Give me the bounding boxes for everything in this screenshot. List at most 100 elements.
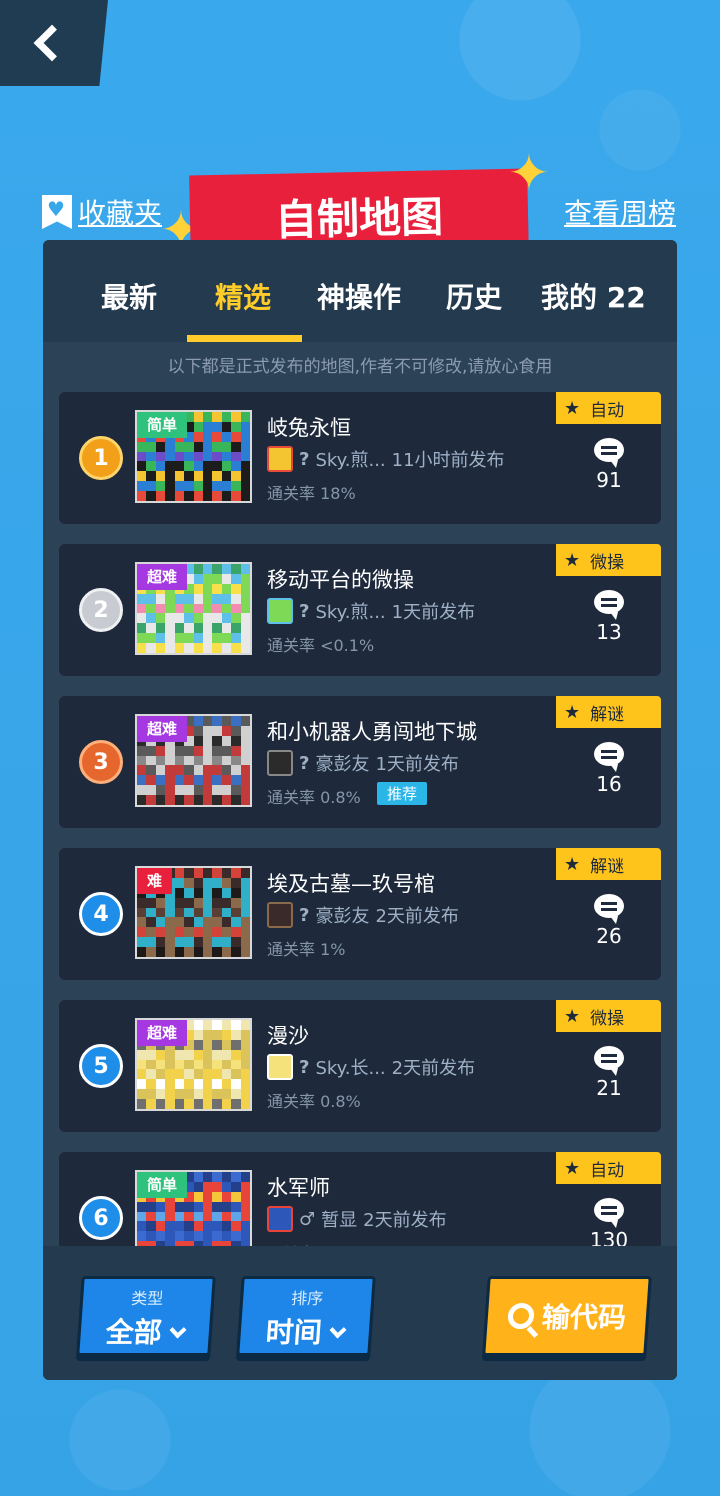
map-card[interactable]: 2 超难 移动平台的微操? Sky.煎... 1天前发布 通关率 <0.1% ★ 微操 13 — [59, 544, 661, 676]
map-tile — [193, 1211, 203, 1222]
search-icon — [507, 1303, 535, 1329]
star-icon: ★ — [564, 549, 581, 571]
map-tile — [212, 868, 222, 878]
map-tile — [174, 897, 185, 908]
tab-skill[interactable]: 神操作 — [317, 276, 401, 316]
map-card[interactable]: 3 超难 和小机器人勇闯地下城? 豪彭友 1天前发布 通关率 0.8% 推荐 ★ 解谜 16 — [59, 696, 661, 828]
back-button[interactable] — [0, 0, 108, 86]
favorites-link[interactable]: 收藏夹 — [42, 192, 162, 232]
author-avatar[interactable] — [267, 598, 293, 624]
author-avatar[interactable] — [267, 902, 293, 928]
map-tile — [137, 471, 147, 482]
map-tile — [146, 927, 156, 938]
map-tile — [174, 917, 185, 928]
enter-code-button[interactable]: 输代码 — [482, 1276, 652, 1356]
map-tile — [174, 623, 185, 634]
map-tile — [202, 917, 213, 928]
tab-history[interactable]: 历史 — [446, 276, 502, 316]
comments-button[interactable]: 21 — [589, 1046, 629, 1100]
map-tile — [137, 441, 147, 452]
author-name: 豪彭友 — [315, 754, 370, 775]
comments-button[interactable]: 91 — [589, 438, 629, 492]
map-panel: 最新 精选 神操作 历史 我的 22 以下都是正式发布的地图,作者不可修改,请放… — [43, 240, 677, 1380]
map-tile — [184, 481, 194, 492]
map-tile — [231, 441, 241, 452]
map-tile — [174, 877, 185, 888]
author-avatar[interactable] — [267, 446, 293, 472]
map-tile — [193, 1191, 203, 1202]
map-tile — [184, 745, 194, 756]
sort-filter-button[interactable]: 排序 时间 — [236, 1276, 376, 1356]
map-tile — [174, 1231, 185, 1242]
map-tile — [202, 1049, 213, 1060]
author-name: Sky.长... — [315, 1058, 386, 1079]
map-thumbnail[interactable]: 简单 — [135, 1170, 252, 1246]
map-tile — [202, 765, 213, 776]
map-tile — [212, 887, 222, 898]
map-tile — [240, 593, 250, 604]
map-tile — [202, 1221, 213, 1232]
map-card[interactable]: 5 超难 漫沙? Sky.长... 2天前发布 通关率 0.8% ★ 微操 21 — [59, 1000, 661, 1132]
map-thumbnail[interactable]: 超难 — [135, 714, 252, 807]
type-filter-button[interactable]: 类型 全部 — [76, 1276, 216, 1356]
comments-button[interactable]: 26 — [589, 894, 629, 948]
map-tile — [155, 1099, 166, 1109]
map-thumbnail[interactable]: 超难 — [135, 562, 252, 655]
map-tile — [193, 1079, 203, 1090]
map-list[interactable]: 1 简单 岐兔永恒? Sky.煎... 11小时前发布 通关率 18% ★ 自动 91 2 超难 移动… — [43, 392, 677, 1246]
star-icon: ★ — [564, 397, 581, 419]
map-tile — [165, 613, 175, 624]
map-tile — [184, 441, 194, 452]
map-tile — [165, 603, 175, 614]
map-tile — [184, 868, 194, 878]
map-tile — [231, 633, 241, 644]
map-thumbnail[interactable]: 超难 — [135, 1018, 252, 1111]
pass-rate: 通关率 <0.1% — [267, 636, 375, 655]
map-tile — [212, 775, 222, 786]
map-thumbnail[interactable]: 难 — [135, 866, 252, 959]
map-tile — [193, 1201, 203, 1212]
map-card[interactable]: 4 难埃及古墓—玖号棺? 豪彭友 2天前发布 通关率 1% ★ 解谜 26 — [59, 848, 661, 980]
bottom-bar: 类型 全部 排序 时间 输代码 — [43, 1246, 677, 1380]
map-meta: ♂ 暂显 2天前发布 — [267, 1206, 447, 1232]
comments-button[interactable]: 16 — [589, 742, 629, 796]
map-tile — [212, 877, 222, 888]
map-tile — [202, 1172, 213, 1182]
map-card[interactable]: 6简单水军师♂暂显2天前发布通关率 16%★自动130 — [59, 1152, 661, 1246]
tab-featured[interactable]: 精选 — [215, 276, 271, 316]
map-tile — [193, 716, 203, 726]
map-tile — [193, 947, 203, 957]
author-avatar[interactable] — [267, 1054, 293, 1080]
map-tile — [146, 1069, 156, 1080]
map-tile — [155, 1059, 166, 1070]
map-tile — [221, 421, 232, 432]
tab-latest[interactable]: 最新 — [101, 276, 157, 316]
weekly-ranking-link[interactable]: 查看周榜 — [564, 192, 676, 232]
map-tile — [137, 755, 147, 766]
map-title: 水军师 — [267, 1176, 330, 1200]
map-tile — [221, 1039, 232, 1050]
comments-button[interactable]: 13 — [589, 590, 629, 644]
map-tile — [155, 441, 166, 452]
map-tile — [137, 1069, 147, 1080]
recommended-badge: 推荐 — [377, 782, 428, 805]
map-card[interactable]: 1 简单 岐兔永恒? Sky.煎... 11小时前发布 通关率 18% ★ 自动 91 — [59, 392, 661, 524]
comments-button[interactable]: 130 — [589, 1198, 629, 1246]
map-tile — [155, 745, 166, 756]
map-tile — [231, 1069, 241, 1080]
favorites-label: 收藏夹 — [78, 197, 163, 230]
category-label: 解谜 — [590, 856, 625, 877]
pass-rate: 通关率 0.8% — [267, 1092, 361, 1111]
map-tile — [202, 937, 213, 948]
map-tile — [174, 1099, 185, 1109]
tab-mine[interactable]: 我的 22 — [541, 276, 646, 316]
map-thumbnail[interactable]: 简单 — [135, 410, 252, 503]
map-tile — [193, 1049, 203, 1060]
author-avatar[interactable] — [267, 750, 293, 776]
map-tile — [174, 451, 185, 462]
author-avatar[interactable] — [267, 1206, 293, 1232]
map-tile — [202, 755, 213, 766]
map-tile — [137, 745, 147, 756]
map-tile — [184, 907, 194, 918]
map-tile — [155, 451, 166, 462]
